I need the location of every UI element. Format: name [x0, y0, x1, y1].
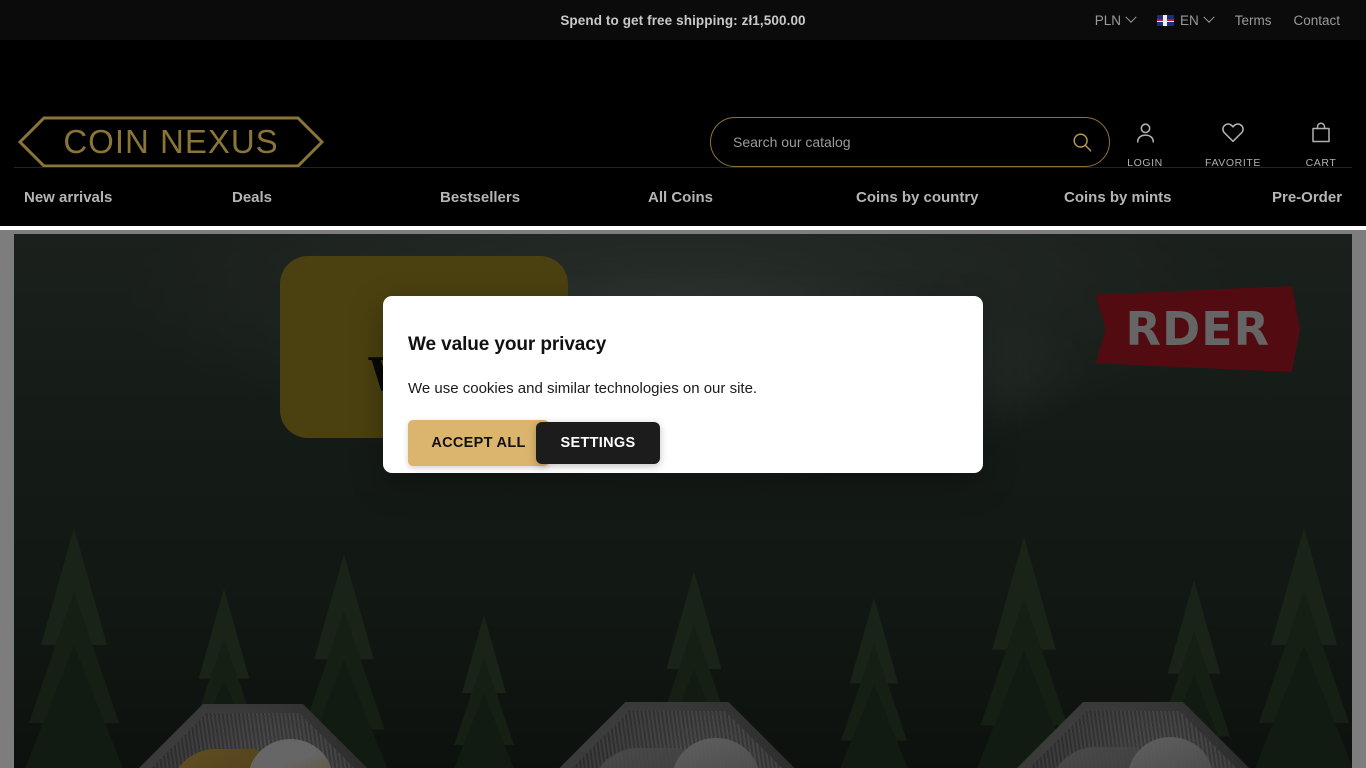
search-area [710, 117, 1110, 167]
nav-item-coins-by-mints[interactable]: Coins by mints [1064, 189, 1272, 206]
search-box[interactable] [710, 117, 1110, 167]
nav-item-new-arrivals[interactable]: New arrivals [24, 189, 232, 206]
settings-button[interactable]: SETTINGS [536, 422, 660, 464]
currency-selector[interactable]: PLN [1094, 11, 1137, 28]
nav-item-all-coins[interactable]: All Coins [648, 189, 856, 206]
site-header: COIN NEXUS Search our catalog LOGIN FAVO… [0, 40, 1366, 170]
main-navigation: New arrivals Deals Bestsellers All Coins… [0, 168, 1366, 226]
accept-all-button[interactable]: ACCEPT ALL [408, 420, 549, 466]
nav-item-deals[interactable]: Deals [232, 189, 440, 206]
shopping-bag-icon [1309, 120, 1333, 150]
language-label: EN [1179, 12, 1199, 28]
top-bar-utilities: PLN EN Terms Contact [1094, 11, 1340, 28]
page-root: Spend to get free shipping: zł1,500.00 P… [0, 0, 1366, 768]
language-selector[interactable]: EN [1156, 11, 1215, 28]
cookie-dialog-actions: ACCEPT ALL SETTINGS [408, 420, 958, 466]
chevron-down-icon [1125, 11, 1137, 23]
chevron-down-icon [1203, 11, 1215, 23]
cart-button[interactable]: CART [1296, 120, 1346, 169]
favorite-button[interactable]: FAVORITE [1205, 120, 1260, 169]
search-input[interactable] [733, 134, 1071, 150]
cookie-dialog-title: We value your privacy [408, 334, 607, 355]
user-icon [1133, 120, 1158, 150]
terms-link[interactable]: Terms [1235, 13, 1272, 28]
site-logo[interactable]: COIN NEXUS [16, 114, 326, 170]
uk-flag-icon [1156, 14, 1174, 26]
login-button[interactable]: LOGIN [1120, 120, 1170, 169]
svg-text:COIN NEXUS: COIN NEXUS [63, 123, 278, 160]
header-actions: LOGIN FAVORITE CART [1120, 120, 1346, 169]
nav-item-bestsellers[interactable]: Bestsellers [440, 189, 648, 206]
nav-item-pre-order[interactable]: Pre-Order [1272, 189, 1342, 206]
cookie-dialog-body: We use cookies and similar technologies … [408, 380, 758, 397]
top-announcement-bar: Spend to get free shipping: zł1,500.00 P… [0, 0, 1366, 40]
contact-link[interactable]: Contact [1293, 13, 1340, 28]
currency-label: PLN [1094, 12, 1121, 28]
cookie-consent-dialog: We value your privacy We use cookies and… [383, 296, 983, 473]
heart-icon [1220, 120, 1246, 150]
nav-item-coins-by-country[interactable]: Coins by country [856, 189, 1064, 206]
search-icon[interactable] [1071, 131, 1093, 153]
